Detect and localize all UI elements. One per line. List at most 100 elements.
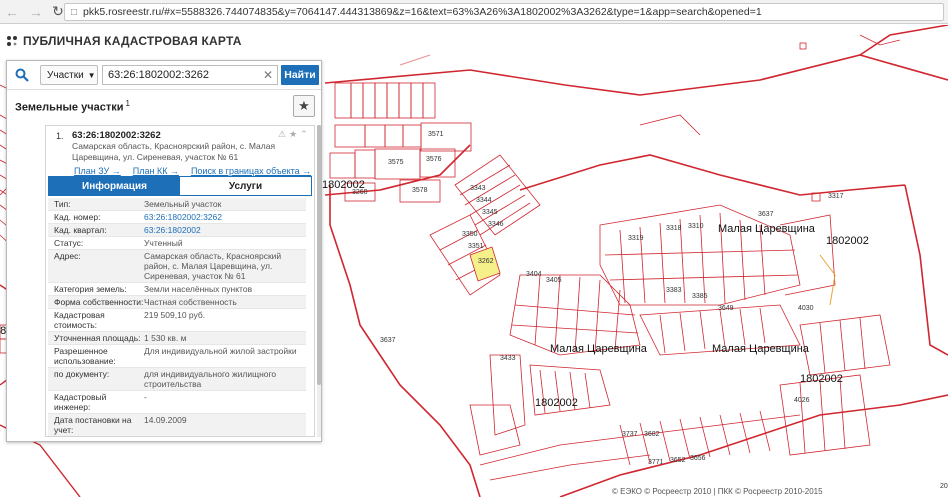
parcel-label: 3317 <box>828 193 844 200</box>
star-icon: ★ <box>298 98 310 113</box>
results-title-text: Земельные участки <box>15 101 124 114</box>
search-type-label: Участки <box>47 69 84 81</box>
favorites-button[interactable]: ★ <box>293 95 315 117</box>
info-label: Тип: <box>54 199 71 209</box>
search-icon[interactable] <box>7 61 37 89</box>
parcel-label: 3405 <box>546 277 562 284</box>
star-icon[interactable]: ★ <box>289 129 297 140</box>
card-tabs: Информация Услуги <box>48 176 312 196</box>
info-row-ownership: Форма собственности: Частная собственност… <box>48 296 306 309</box>
info-label: Категория земель: <box>54 284 127 294</box>
card-address: Самарская область, Красноярский район, с… <box>72 141 276 162</box>
back-button[interactable]: ← <box>0 0 24 24</box>
parcel-label: 4030 <box>798 305 814 312</box>
info-row-address: Адрес: Самарская область, Красноярский ра… <box>48 250 306 283</box>
info-value: Для индивидуальной жилой застройки <box>144 346 297 356</box>
info-label: по документу: <box>54 369 110 379</box>
search-button[interactable]: Найти <box>281 65 319 85</box>
parcel-label: 3771 <box>648 459 664 466</box>
info-row-type: Тип: Земельный участок <box>48 198 306 211</box>
place-name: Малая Царевщина <box>712 343 809 355</box>
info-label: Форма собственности: <box>54 297 144 307</box>
info-value-link[interactable]: 63:26:1802002 <box>144 225 306 235</box>
parcel-label: 3637 <box>380 337 396 344</box>
info-value-link[interactable]: 63:26:1802002:3262 <box>144 212 306 222</box>
tab-info[interactable]: Информация <box>49 177 180 195</box>
search-in-bounds-link[interactable]: Поиск в границах объекта → <box>191 166 311 176</box>
info-row-status: Статус: Учтенный <box>48 237 306 250</box>
parcel-label: 3318 <box>666 225 682 232</box>
plan-zu-link[interactable]: План ЗУ → <box>74 166 121 176</box>
plan-kk-link[interactable]: План КК → <box>133 166 179 176</box>
card-actions: ⚠ ★ ⌃ <box>278 129 308 140</box>
arrow-left-icon: ← <box>5 3 19 20</box>
search-input[interactable]: 63:26:1802002:3262 <box>102 65 278 85</box>
place-name: Малая Царевщина <box>550 343 647 355</box>
parcel-label: 3385 <box>692 293 708 300</box>
info-row-by-document: по документу: для индивидуального жилищно… <box>48 368 306 391</box>
info-value: 14.09.2009 <box>144 415 187 425</box>
search-row: Участки ▼ 63:26:1802002:3262 ✕ Найти <box>7 61 321 89</box>
parcel-label: 3262 <box>478 258 494 265</box>
info-value: Учтенный <box>144 238 183 248</box>
info-value: Земельный участок <box>144 199 222 209</box>
tab-services[interactable]: Услуги <box>180 177 311 195</box>
place-name: Малая Царевщина <box>718 223 815 235</box>
info-row-cad-quarter: Кад. квартал: 63:26:1802002 <box>48 224 306 237</box>
info-value: Частная собственность <box>144 297 237 307</box>
warning-icon[interactable]: ⚠ <box>278 129 286 140</box>
info-row-land-category: Категория земель: Земли населённых пункто… <box>48 283 306 296</box>
info-label: Дата постановки на учет: <box>54 415 132 435</box>
results-title: Земельные участки 1 <box>15 99 130 114</box>
card-index: 1. <box>56 131 64 141</box>
site-header: ПУБЛИЧНАЯ КАДАСТРОВАЯ КАРТА <box>6 34 242 48</box>
info-row-cad-value: Кадастровая стоимость: 219 509,10 руб. <box>48 309 306 332</box>
quarter-label: 1802002 <box>800 373 843 385</box>
card-links: План ЗУ → План КК → Поиск в границах объ… <box>74 166 311 176</box>
info-row-cad-number: Кад. номер: 63:26:1802002:3262 <box>48 211 306 224</box>
parcel-label: 3319 <box>628 235 644 242</box>
chevron-up-icon[interactable]: ⌃ <box>300 129 308 140</box>
info-label: Кад. квартал: <box>54 225 107 235</box>
map-attribution: © ЕЭКО © Росреестр 2010 | ПКК © Росреест… <box>612 487 823 496</box>
browser-toolbar: ← → ↻ □ pkk5.rosreestr.ru/#x=5588326.744… <box>0 0 948 24</box>
info-value: для индивидуального жилищного строительс… <box>144 369 277 389</box>
parcel-label: 3346 <box>488 221 504 228</box>
info-label: Уточненная площадь: <box>54 333 141 343</box>
parcel-label: 3351 <box>468 243 484 250</box>
info-value: 219 509,10 руб. <box>144 310 206 320</box>
parcel-label: 3344 <box>476 197 492 204</box>
quarter-label: 1802002 <box>826 235 869 247</box>
url-text: pkk5.rosreestr.ru/#x=5588326.744074835&y… <box>83 6 762 18</box>
results-header: Земельные участки 1 ★ <box>7 89 321 123</box>
arrow-right-icon: → <box>29 3 43 20</box>
info-row-engineer: Кадастровый инженер: - <box>48 391 306 414</box>
info-label: Кадастровый инженер: <box>54 392 107 412</box>
info-label: Статус: <box>54 238 84 248</box>
info-label: Разрешенное использование: <box>54 346 116 366</box>
scrollbar-thumb[interactable] <box>317 125 321 385</box>
forward-button[interactable]: → <box>24 0 48 24</box>
card-cadastral-number[interactable]: 63:26:1802002:3262 <box>72 130 161 141</box>
info-value: Самарская область, Красноярский район, с… <box>144 251 282 281</box>
close-icon[interactable]: ✕ <box>258 65 278 85</box>
info-table: Тип: Земельный участок Кад. номер: 63:26:1… <box>48 198 306 436</box>
results-count: 1 <box>125 99 130 108</box>
search-panel: Участки ▼ 63:26:1802002:3262 ✕ Найти Зем… <box>6 60 322 442</box>
parcel-label: 3578 <box>412 187 428 194</box>
address-bar[interactable]: □ pkk5.rosreestr.ru/#x=5588326.744074835… <box>64 3 944 21</box>
scale-label: 20 <box>940 483 948 490</box>
parcel-label: 3350 <box>462 231 478 238</box>
parcel-label: 3576 <box>426 156 442 163</box>
parcel-label: 3737 <box>622 431 638 438</box>
parcel-label: 3310 <box>688 223 704 230</box>
parcel-label: 3345 <box>482 209 498 216</box>
parcel-label: 3649 <box>718 305 734 312</box>
results-scrollbar[interactable] <box>317 125 321 437</box>
info-row-area: Уточненная площадь: 1 530 кв. м <box>48 332 306 345</box>
parcel-label: 4026 <box>794 397 810 404</box>
parcel-label: 3656 <box>690 455 706 462</box>
info-label: Кадастровая стоимость: <box>54 310 105 330</box>
card-header: 1. 63:26:1802002:3262 ⚠ ★ ⌃ Самарская об… <box>46 126 314 176</box>
search-type-select[interactable]: Участки ▼ <box>40 65 98 85</box>
